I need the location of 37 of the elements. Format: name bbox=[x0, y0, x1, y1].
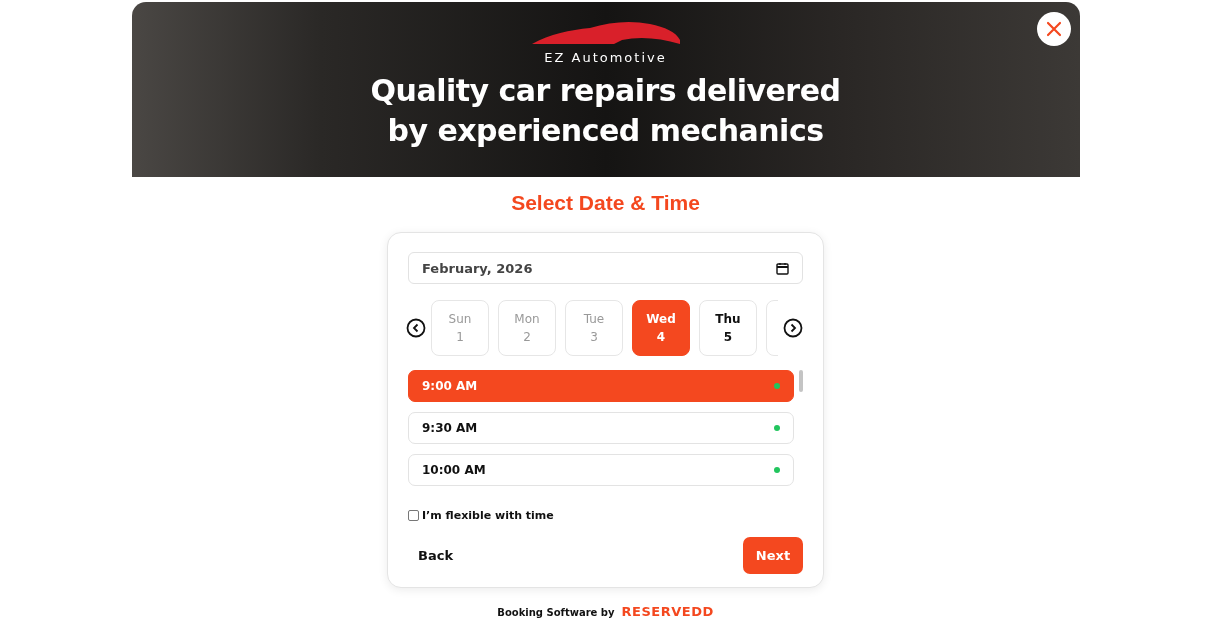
chevron-left-icon bbox=[406, 318, 426, 338]
brand-name: EZ Automotive bbox=[544, 50, 667, 65]
weekday-label: Mon bbox=[514, 311, 540, 327]
date-number: 1 bbox=[456, 329, 464, 345]
day-option[interactable]: Wed 4 bbox=[632, 300, 690, 356]
back-button[interactable]: Back bbox=[408, 542, 464, 569]
close-icon bbox=[1045, 21, 1062, 37]
time-slot[interactable]: 10:00 AM bbox=[408, 454, 794, 486]
weekday-label: Sun bbox=[448, 311, 472, 327]
next-days-button[interactable] bbox=[783, 318, 803, 338]
date-number: 3 bbox=[590, 329, 598, 345]
weekday-label: Wed bbox=[646, 311, 676, 327]
next-button[interactable]: Next bbox=[743, 537, 803, 574]
time-label: 10:00 AM bbox=[422, 463, 486, 477]
date-number: 5 bbox=[723, 329, 733, 345]
chevron-right-icon bbox=[783, 318, 803, 338]
time-slot[interactable]: 9:00 AM bbox=[408, 370, 794, 402]
footer-text: Booking Software by bbox=[497, 607, 615, 618]
flexible-label: I’m flexible with time bbox=[422, 509, 554, 522]
banner-headline: Quality car repairs delivered by experienced mechanics bbox=[370, 72, 841, 150]
day-option[interactable]: Thu 5 bbox=[699, 300, 757, 356]
close-button[interactable] bbox=[1036, 12, 1071, 46]
time-label: 9:00 AM bbox=[422, 379, 478, 393]
calendar-icon[interactable] bbox=[776, 261, 789, 275]
month-picker-field[interactable]: February, 2026 bbox=[408, 252, 803, 284]
time-slot[interactable]: 9:30 AM bbox=[408, 412, 794, 444]
date-number: 4 bbox=[656, 329, 666, 345]
page-title: Select Date & Time bbox=[511, 190, 700, 216]
time-label: 9:30 AM bbox=[422, 421, 478, 435]
weekday-label: Thu bbox=[715, 311, 741, 327]
footer-brand-link[interactable]: RESERVEDD bbox=[621, 604, 714, 619]
scrollbar-thumb[interactable] bbox=[799, 370, 803, 392]
date-number: 2 bbox=[523, 329, 531, 345]
previous-button[interactable] bbox=[406, 318, 426, 338]
flexible-checkbox[interactable] bbox=[408, 510, 419, 521]
month-value: February, 2026 bbox=[422, 260, 533, 276]
weekday-label: Tue bbox=[583, 311, 605, 327]
